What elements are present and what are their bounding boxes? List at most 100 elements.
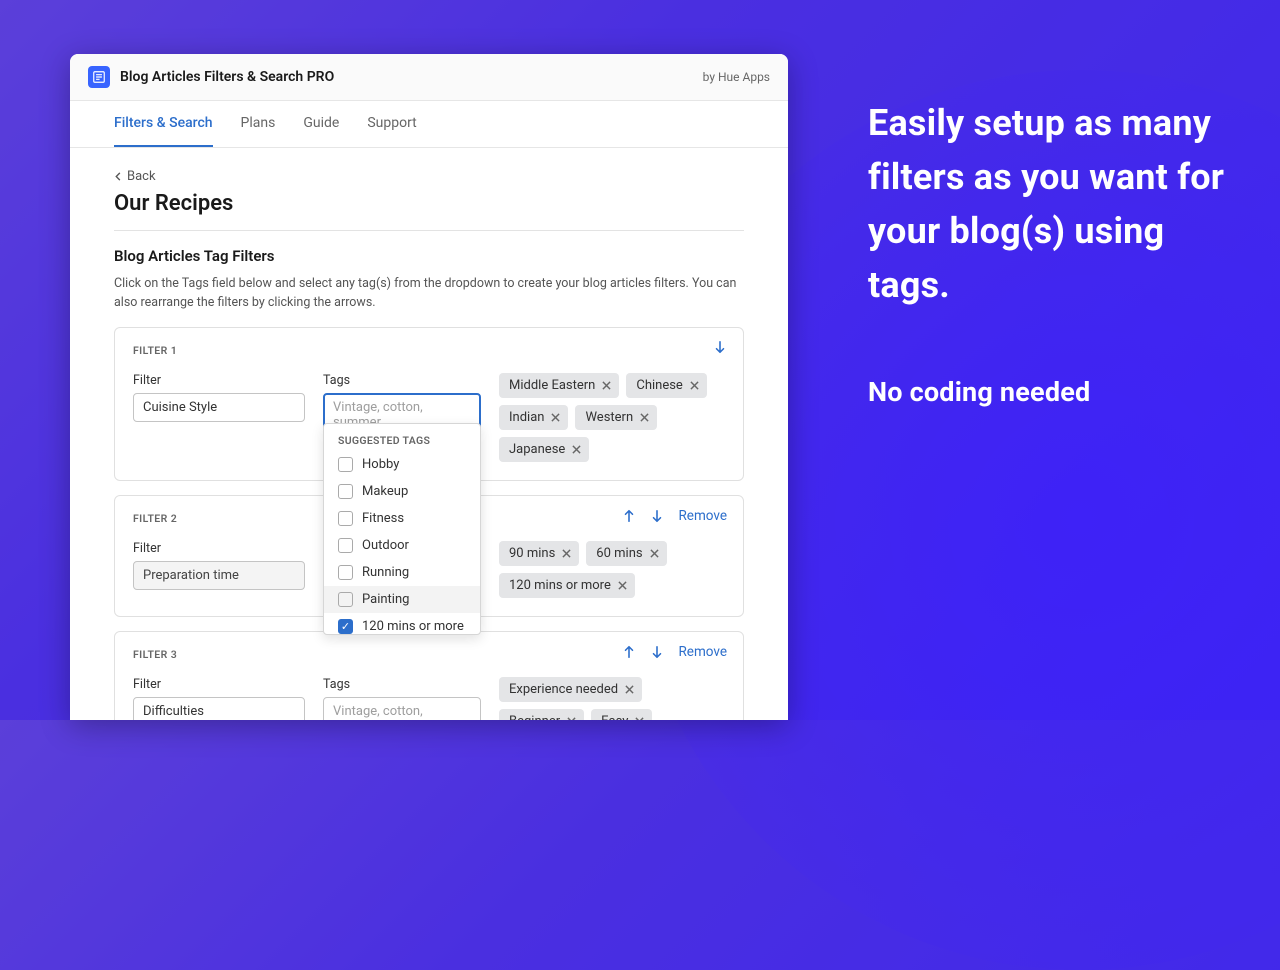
topbar: Blog Articles Filters & Search PRO by Hu… [70, 54, 788, 101]
app-panel: Blog Articles Filters & Search PRO by Hu… [70, 54, 788, 720]
tags-field-label: Tags [323, 373, 481, 388]
tag-chip: Japanese [499, 437, 589, 462]
tag-chip: Middle Eastern [499, 373, 619, 398]
tag-chip: Beginner [499, 709, 584, 721]
tag-chip-label: Chinese [636, 378, 682, 393]
dropdown-item-label: 120 mins or more [362, 619, 464, 634]
move-up-button[interactable] [622, 645, 636, 659]
close-icon[interactable] [635, 717, 644, 721]
dropdown-item[interactable]: Hobby [324, 451, 480, 478]
filter-card: FILTER 3RemoveFilterDifficultiesTagsVint… [114, 631, 744, 721]
dropdown-item-label: Makeup [362, 484, 408, 499]
tab-filters-search[interactable]: Filters & Search [114, 101, 213, 147]
checkbox-icon [338, 511, 353, 526]
tag-chip: 120 mins or more [499, 573, 635, 598]
section-title: Blog Articles Tag Filters [114, 247, 744, 265]
close-icon[interactable] [567, 717, 576, 721]
section-description: Click on the Tags field below and select… [114, 275, 744, 313]
filter-row: Filter Difficulties Tags Vintage, cotton, s… [133, 677, 725, 721]
tag-chip-label: Indian [509, 410, 544, 425]
checkbox-icon [338, 484, 353, 499]
close-icon[interactable] [625, 685, 634, 694]
tag-chip-label: 60 mins [596, 546, 642, 561]
tags-input[interactable]: Vintage, cotton, summer [323, 697, 481, 721]
filter-field-label: Filter [133, 373, 305, 388]
app-icon [88, 66, 110, 88]
move-down-button[interactable] [713, 340, 727, 354]
tag-chip: 90 mins [499, 541, 579, 566]
tag-chip: Indian [499, 405, 568, 430]
chevron-left-icon [114, 172, 123, 181]
by-author: by Hue Apps [703, 70, 770, 84]
dropdown-item[interactable]: Fitness [324, 505, 480, 532]
app-title: Blog Articles Filters & Search PRO [120, 69, 334, 85]
tag-chip-label: Beginner [509, 714, 560, 721]
close-icon[interactable] [602, 381, 611, 390]
divider [114, 230, 744, 231]
content: Back Our Recipes Blog Articles Tag Filte… [70, 148, 788, 720]
close-icon[interactable] [562, 549, 571, 558]
card-actions [713, 340, 727, 354]
tab-guide[interactable]: Guide [303, 101, 339, 147]
marketing-headline: Easily setup as many filters as you want… [868, 96, 1228, 312]
tag-chips: 90 mins 60 mins 120 mins or more [499, 541, 725, 598]
dropdown-item[interactable]: Running [324, 559, 480, 586]
filter-field-label: Filter [133, 541, 305, 556]
checkbox-icon [338, 592, 353, 607]
close-icon[interactable] [572, 445, 581, 454]
back-link[interactable]: Back [114, 169, 156, 184]
close-icon[interactable] [551, 413, 560, 422]
filter-field-label: Filter [133, 677, 305, 692]
close-icon[interactable] [640, 413, 649, 422]
tag-chips: Experience needed Beginner Easy [499, 677, 725, 721]
back-label: Back [127, 169, 156, 184]
remove-link[interactable]: Remove [678, 644, 727, 660]
card-actions: Remove [622, 508, 727, 524]
dropdown-item-label: Fitness [362, 511, 404, 526]
tabs: Filters & Search Plans Guide Support [70, 101, 788, 148]
tag-chip-label: Experience needed [509, 682, 618, 697]
tag-chip: Chinese [626, 373, 706, 398]
tag-chip: Easy [591, 709, 652, 721]
tag-chip-label: Western [585, 410, 633, 425]
tag-chip: Western [575, 405, 657, 430]
filter-name-input[interactable]: Cuisine Style [133, 393, 305, 422]
move-up-button[interactable] [622, 509, 636, 523]
dropdown-item[interactable]: 120 mins or more [324, 613, 480, 634]
tag-chip-label: Easy [601, 714, 628, 721]
close-icon[interactable] [690, 381, 699, 390]
dropdown-item-label: Painting [362, 592, 409, 607]
filter-name-input[interactable]: Difficulties [133, 697, 305, 721]
tab-support[interactable]: Support [367, 101, 416, 147]
dropdown-item-label: Hobby [362, 457, 399, 472]
remove-link[interactable]: Remove [678, 508, 727, 524]
checkbox-icon [338, 457, 353, 472]
marketing-copy: Easily setup as many filters as you want… [868, 96, 1228, 408]
tags-dropdown: SUGGESTED TAGS Hobby Makeup Fitness Outdoor R… [323, 423, 481, 635]
close-icon[interactable] [618, 581, 627, 590]
tag-chip-label: Japanese [509, 442, 565, 457]
move-down-button[interactable] [650, 645, 664, 659]
tag-chip: Experience needed [499, 677, 642, 702]
move-down-button[interactable] [650, 509, 664, 523]
dropdown-item-label: Running [362, 565, 409, 580]
dropdown-item[interactable]: Painting [324, 586, 480, 613]
page-title: Our Recipes [114, 191, 744, 216]
filter-row: FilterCuisine StyleTagsVintage, cotton, … [133, 373, 725, 462]
close-icon[interactable] [650, 549, 659, 558]
tag-chip-label: 90 mins [509, 546, 555, 561]
checkbox-icon [338, 565, 353, 580]
card-actions: Remove [622, 644, 727, 660]
checkbox-icon [338, 619, 353, 634]
dropdown-item[interactable]: Makeup [324, 478, 480, 505]
dropdown-item-label: Outdoor [362, 538, 409, 553]
marketing-subline: No coding needed [868, 376, 1228, 408]
tag-chip: 60 mins [586, 541, 666, 566]
tags-field-label: Tags [323, 677, 481, 692]
filter-card: FILTER 1FilterCuisine StyleTagsVintage, … [114, 327, 744, 481]
tag-chip-label: Middle Eastern [509, 378, 595, 393]
tab-plans[interactable]: Plans [241, 101, 276, 147]
filter-name-input: Preparation time [133, 561, 305, 590]
suggested-tags-header: SUGGESTED TAGS [324, 428, 480, 451]
dropdown-item[interactable]: Outdoor [324, 532, 480, 559]
